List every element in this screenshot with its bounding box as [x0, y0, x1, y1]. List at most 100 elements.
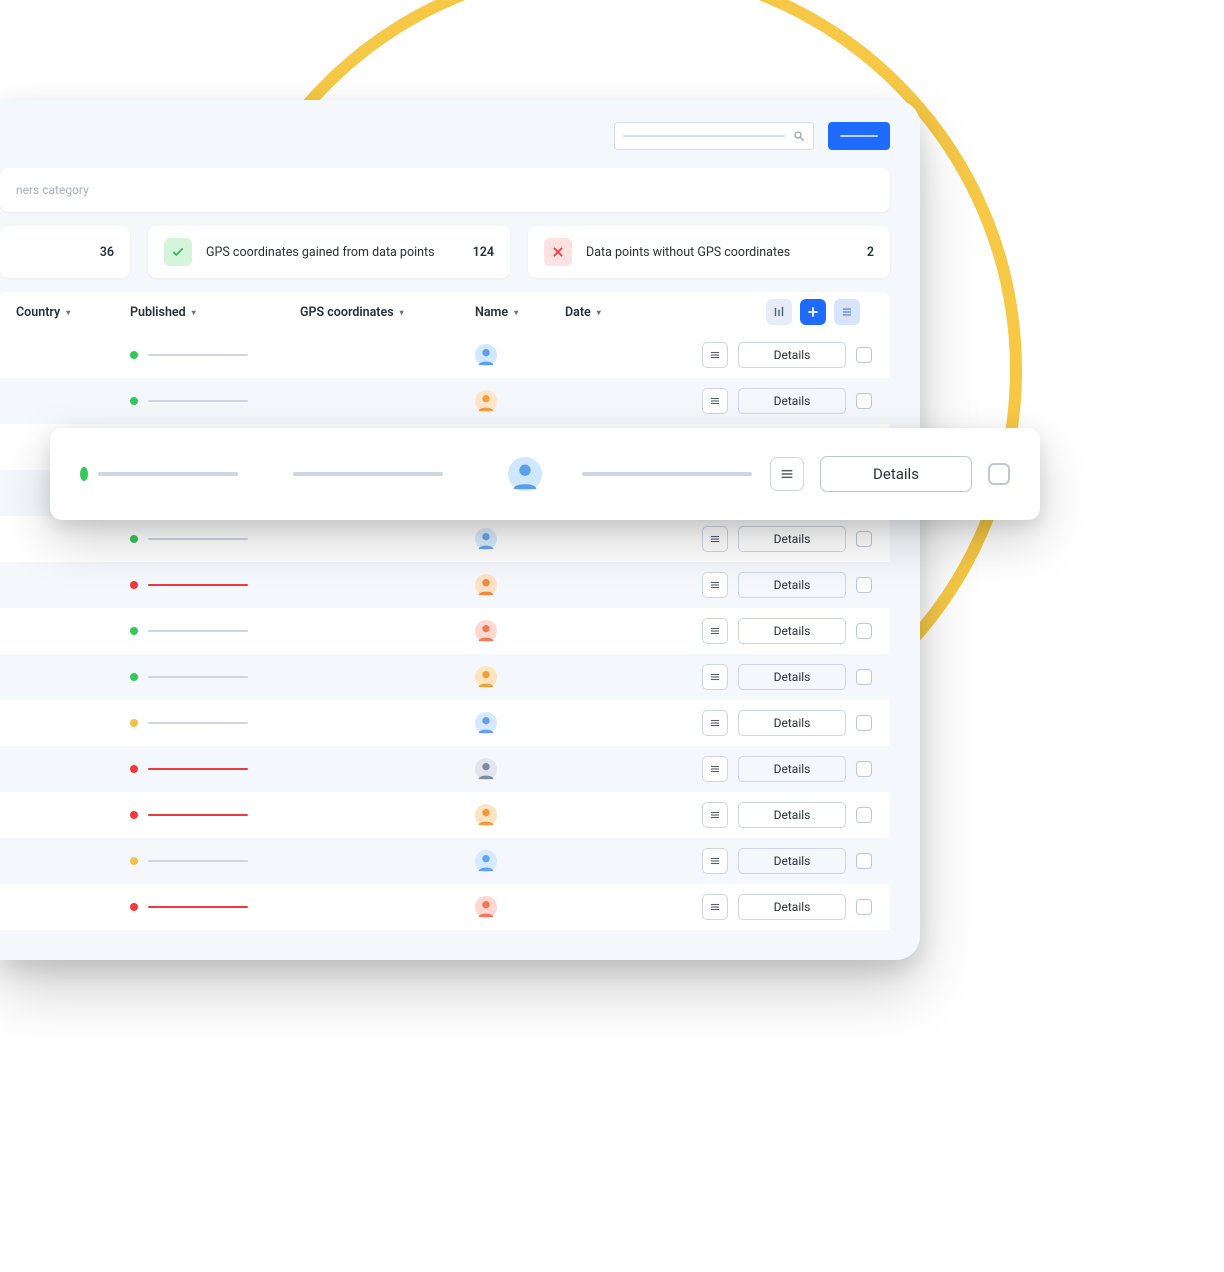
stat-gained-label: GPS coordinates gained from data points — [206, 245, 435, 260]
search-icon — [793, 130, 805, 142]
stat-without-count: 2 — [867, 245, 874, 260]
row-checkbox[interactable] — [856, 669, 872, 685]
avatar — [475, 666, 497, 688]
table-row: Details — [0, 792, 890, 838]
x-icon — [544, 238, 572, 266]
drag-handle-button[interactable] — [702, 618, 728, 644]
th-name[interactable]: Name▾ — [475, 305, 518, 320]
stat-gained-count: 124 — [473, 245, 494, 260]
table-row: Details — [0, 838, 890, 884]
status-dot — [130, 535, 138, 543]
add-button[interactable] — [800, 299, 826, 325]
published-skeleton — [148, 354, 248, 356]
drag-handle-button[interactable] — [702, 664, 728, 690]
details-button[interactable]: Details — [738, 388, 846, 414]
category-label: ners category — [16, 183, 89, 197]
row-checkbox[interactable] — [856, 761, 872, 777]
table-row: Details — [0, 746, 890, 792]
status-dot — [130, 719, 138, 727]
category-strip: ners category — [0, 168, 890, 212]
table-row: Details — [0, 378, 890, 424]
avatar — [475, 528, 497, 550]
row-checkbox[interactable] — [856, 577, 872, 593]
published-skeleton — [148, 630, 248, 632]
caret-down-icon: ▾ — [192, 308, 196, 317]
table-row: Details — [0, 562, 890, 608]
published-skeleton — [148, 676, 248, 678]
published-skeleton — [148, 768, 248, 770]
avatar — [475, 804, 497, 826]
list-button[interactable] — [834, 299, 860, 325]
table-header: Country▾ Published▾ GPS coordinates▾ Nam… — [0, 292, 890, 332]
status-dot — [130, 581, 138, 589]
row-checkbox[interactable] — [988, 463, 1010, 485]
details-button[interactable]: Details — [738, 848, 846, 874]
row-checkbox[interactable] — [856, 715, 872, 731]
drag-handle-button[interactable] — [702, 342, 728, 368]
row-checkbox[interactable] — [856, 853, 872, 869]
drag-handle-button[interactable] — [702, 388, 728, 414]
avatar — [475, 390, 497, 412]
stat-first-count: 36 — [100, 245, 114, 260]
avatar — [475, 850, 497, 872]
avatar — [475, 758, 497, 780]
primary-action-label-line — [840, 135, 878, 137]
details-button[interactable]: Details — [738, 618, 846, 644]
published-skeleton — [148, 722, 248, 724]
avatar — [475, 574, 497, 596]
stat-card-without: Data points without GPS coordinates 2 — [528, 226, 890, 278]
details-button[interactable]: Details — [738, 664, 846, 690]
published-skeleton — [148, 860, 248, 862]
row-checkbox[interactable] — [856, 899, 872, 915]
published-skeleton — [148, 906, 248, 908]
search-input[interactable] — [614, 122, 814, 150]
published-skeleton — [148, 814, 248, 816]
drag-handle-button[interactable] — [702, 894, 728, 920]
row-checkbox[interactable] — [856, 807, 872, 823]
avatar — [508, 457, 542, 491]
search-placeholder-line — [623, 135, 785, 137]
view-bars-button[interactable] — [766, 299, 792, 325]
drag-handle-button[interactable] — [702, 756, 728, 782]
drag-handle-button[interactable] — [702, 710, 728, 736]
drag-handle-button[interactable] — [702, 572, 728, 598]
th-date[interactable]: Date▾ — [565, 305, 601, 320]
details-button[interactable]: Details — [738, 802, 846, 828]
details-button[interactable]: Details — [738, 756, 846, 782]
stat-card-first: 36 — [0, 226, 130, 278]
details-button[interactable]: Details — [738, 894, 846, 920]
details-button[interactable]: Details — [738, 572, 846, 598]
th-country[interactable]: Country▾ — [16, 305, 70, 320]
drag-handle-button[interactable] — [770, 457, 804, 491]
drag-handle-button[interactable] — [702, 802, 728, 828]
avatar — [475, 344, 497, 366]
details-button[interactable]: Details — [738, 342, 846, 368]
date-skeleton — [582, 472, 752, 476]
details-button[interactable]: Details — [820, 456, 972, 492]
primary-action-button[interactable] — [828, 122, 890, 150]
status-dot — [130, 627, 138, 635]
avatar — [475, 712, 497, 734]
th-published[interactable]: Published▾ — [130, 305, 196, 320]
status-dot — [130, 351, 138, 359]
gps-skeleton — [293, 472, 443, 476]
table-row: Details — [0, 608, 890, 654]
row-checkbox[interactable] — [856, 347, 872, 363]
details-button[interactable]: Details — [738, 710, 846, 736]
drag-handle-button[interactable] — [702, 848, 728, 874]
published-skeleton — [148, 400, 248, 402]
drag-handle-button[interactable] — [702, 526, 728, 552]
row-checkbox[interactable] — [856, 393, 872, 409]
app-window: ners category 36 GPS coordinates gained … — [0, 100, 920, 960]
details-button[interactable]: Details — [738, 526, 846, 552]
row-checkbox[interactable] — [856, 531, 872, 547]
status-dot — [130, 397, 138, 405]
caret-down-icon: ▾ — [514, 308, 518, 317]
expanded-row: Details — [50, 428, 1040, 520]
stat-without-label: Data points without GPS coordinates — [586, 245, 790, 260]
published-skeleton — [148, 584, 248, 586]
avatar — [475, 620, 497, 642]
th-gps[interactable]: GPS coordinates▾ — [300, 305, 404, 320]
row-checkbox[interactable] — [856, 623, 872, 639]
caret-down-icon: ▾ — [597, 308, 601, 317]
